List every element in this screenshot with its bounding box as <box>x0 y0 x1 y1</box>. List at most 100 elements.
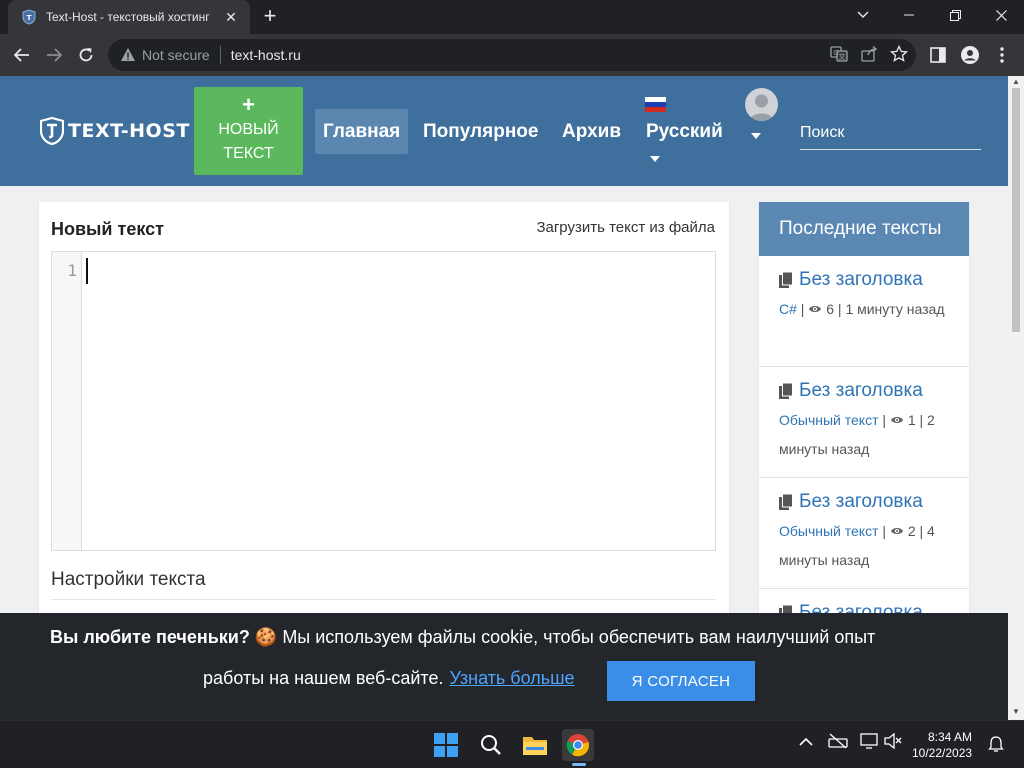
svg-text:T: T <box>27 14 32 22</box>
scroll-down-icon[interactable]: ▼ <box>1012 708 1020 716</box>
scrollbar-thumb[interactable] <box>1012 88 1020 332</box>
russian-flag-icon <box>645 97 666 112</box>
list-item: Без заголовка Обычный текст | 1 | 2 мину… <box>759 367 969 478</box>
user-avatar-icon <box>749 94 774 121</box>
scroll-up-icon[interactable]: ▲ <box>1012 78 1020 86</box>
nav-popular[interactable]: Популярное <box>415 109 546 154</box>
new-tab-icon[interactable]: + <box>258 5 282 28</box>
url-text: text-host.ru <box>230 47 301 63</box>
show-hidden-icons-chevron-icon[interactable] <box>799 735 813 749</box>
site-favicon-icon: T <box>22 9 36 25</box>
recent-text-meta: C# | 6 | 1 минуту назад <box>779 301 945 317</box>
recent-text-title: Без заголовка <box>799 269 923 290</box>
view-count: 1 <box>907 412 916 428</box>
logo-text: TEXT-HOST <box>68 120 190 142</box>
notification-bell-icon[interactable] <box>988 735 1004 756</box>
accept-cookies-button[interactable]: Я СОГЛАСЕН <box>607 661 755 701</box>
learn-more-link[interactable]: Узнать больше <box>449 668 574 688</box>
view-count: 6 <box>826 301 835 317</box>
bookmark-star-icon[interactable] <box>889 44 909 68</box>
cookie-title: Вы любите печеньки? <box>50 627 250 647</box>
profile-icon[interactable] <box>958 43 982 67</box>
browser-tabstrip: T Text-Host - текстовый хостинг ✕ + <box>0 0 1024 34</box>
tab-search-chevron-icon[interactable] <box>840 0 886 30</box>
browser-toolbar: Not secure text-host.ru 文G <box>0 34 1024 76</box>
tab-title: Text-Host - текстовый хостинг <box>46 10 210 24</box>
eye-icon <box>890 412 908 428</box>
nav-home[interactable]: Главная <box>315 109 409 154</box>
no-network-drive-icon[interactable] <box>828 733 848 752</box>
svg-text:文: 文 <box>839 52 846 61</box>
cookie-emoji-icon: 🍪 <box>254 627 278 647</box>
eye-icon <box>890 523 908 539</box>
syntax-language-link[interactable]: Обычный текст <box>779 412 879 428</box>
user-avatar[interactable] <box>745 88 778 121</box>
recent-text-link[interactable]: Без заголовка <box>779 491 959 513</box>
active-app-indicator <box>572 763 586 766</box>
documents-icon <box>779 494 793 510</box>
chrome-taskbar-icon[interactable] <box>562 729 594 761</box>
syntax-language-link[interactable]: Обычный текст <box>779 523 879 539</box>
tab-close-icon[interactable]: ✕ <box>222 9 240 26</box>
line-number: 1 <box>67 261 77 280</box>
logo-shield-icon <box>40 117 64 145</box>
close-window-icon[interactable] <box>978 0 1024 30</box>
posted-time: 1 минуту назад <box>845 301 945 317</box>
site-header: TEXT-HOST RU + НОВЫЙ ТЕКСТ Главная Попул… <box>0 76 1008 186</box>
share-icon[interactable] <box>860 45 878 68</box>
search-input[interactable] <box>800 116 981 150</box>
windows-taskbar: 8:34 AM 10/22/2023 <box>0 720 1024 768</box>
text-editor[interactable]: 1 <box>51 251 716 551</box>
file-explorer-icon[interactable] <box>519 729 551 761</box>
view-count: 2 <box>907 523 916 539</box>
upload-from-file-link[interactable]: Загрузить текст из файла <box>536 219 715 236</box>
language-selector[interactable]: Русский <box>646 121 723 143</box>
security-label: Not secure <box>142 47 210 63</box>
forward-icon[interactable] <box>42 43 66 67</box>
user-menu-caret-icon[interactable] <box>751 133 761 139</box>
browser-menu-icon[interactable] <box>990 43 1014 67</box>
documents-icon <box>779 272 793 288</box>
cookie-banner: Вы любите печеньки? 🍪 Мы используем файл… <box>0 613 1008 720</box>
svg-text:G: G <box>833 49 838 57</box>
display-icon[interactable] <box>860 733 878 752</box>
recent-text-title: Без заголовка <box>799 380 923 401</box>
card-title: Новый текст <box>51 219 164 239</box>
volume-muted-icon[interactable] <box>884 732 902 752</box>
back-icon[interactable] <box>10 43 34 67</box>
editor-gutter: 1 <box>52 252 82 550</box>
minimize-icon[interactable] <box>886 0 932 30</box>
recent-text-link[interactable]: Без заголовка <box>779 269 959 291</box>
search-icon[interactable] <box>475 729 507 761</box>
recent-text-meta: Обычный текст | 1 | 2 минуты назад <box>779 412 935 457</box>
settings-divider <box>51 599 716 600</box>
recent-text-meta: Обычный текст | 2 | 4 минуты назад <box>779 523 935 568</box>
plus-icon: + <box>242 92 255 117</box>
cookie-message-line2: работы на нашем веб-сайте. Узнать больше <box>203 668 575 689</box>
new-text-button[interactable]: + НОВЫЙ ТЕКСТ <box>194 87 303 175</box>
system-clock[interactable]: 8:34 AM 10/22/2023 <box>912 729 972 761</box>
address-bar[interactable]: Not secure text-host.ru 文G <box>108 39 916 71</box>
start-windows-icon[interactable] <box>430 729 462 761</box>
syntax-language-link[interactable]: C# <box>779 301 797 317</box>
cookie-text-part1: Мы используем файлы cookie, чтобы обеспе… <box>282 627 876 647</box>
side-panel-icon[interactable] <box>926 43 950 67</box>
list-item: Без заголовка Обычный текст | 2 | 4 мину… <box>759 478 969 589</box>
page-scrollbar[interactable]: ▲ ▼ <box>1008 76 1024 720</box>
reload-icon[interactable] <box>74 43 98 67</box>
cookie-text-part2: работы на нашем веб-сайте. <box>203 668 444 688</box>
list-item: Без заголовка C# | 6 | 1 минуту назад <box>759 256 969 367</box>
recent-texts-title: Последние тексты <box>759 202 969 256</box>
nav-archive[interactable]: Архив <box>554 109 629 154</box>
restore-icon[interactable] <box>932 0 978 30</box>
warning-icon <box>121 48 135 61</box>
translate-icon[interactable]: 文G <box>830 45 848 68</box>
browser-tab[interactable]: T Text-Host - текстовый хостинг ✕ <box>8 0 250 34</box>
recent-text-link[interactable]: Без заголовка <box>779 380 959 402</box>
text-cursor <box>86 258 88 284</box>
eye-icon <box>808 301 826 317</box>
documents-icon <box>779 383 793 399</box>
language-caret-icon[interactable] <box>650 156 660 162</box>
omnibox-separator <box>219 46 221 64</box>
clock-time: 8:34 AM <box>927 730 972 744</box>
